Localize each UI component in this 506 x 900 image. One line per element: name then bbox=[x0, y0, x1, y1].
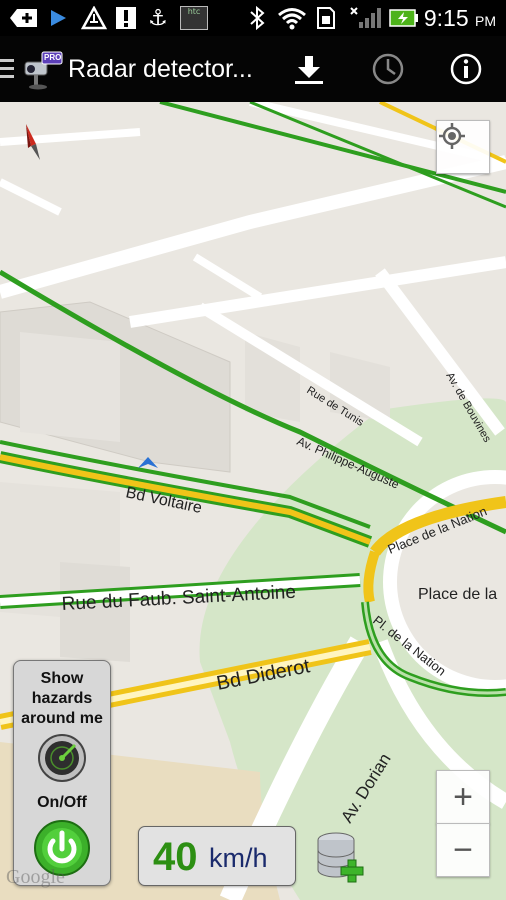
building-face bbox=[20, 332, 120, 442]
info-button[interactable] bbox=[443, 46, 489, 92]
battery-charging-icon bbox=[388, 6, 420, 30]
status-bar: ⚓ htc 9:15 PM bbox=[0, 0, 506, 36]
crosshair-icon bbox=[439, 123, 465, 149]
pro-badge: PRO bbox=[44, 53, 62, 62]
hazards-label-line2: hazards bbox=[31, 690, 93, 707]
clock-ampm: PM bbox=[475, 13, 496, 29]
htc-sync-icon: htc bbox=[180, 6, 208, 30]
show-hazards-label: Show hazards around me bbox=[14, 669, 110, 729]
signal-icon bbox=[346, 6, 382, 30]
play-icon bbox=[46, 6, 70, 30]
hazards-panel: Show hazards around me On/Off bbox=[13, 660, 111, 886]
zoom-in-button[interactable]: + bbox=[436, 770, 490, 824]
history-clock-icon bbox=[372, 53, 404, 85]
clock-time: 9:15 bbox=[423, 5, 469, 31]
place-label: Place de la bbox=[418, 586, 497, 603]
app-title: Radar detector... bbox=[68, 55, 253, 83]
google-attribution: Google bbox=[6, 866, 65, 888]
download-icon bbox=[295, 56, 323, 84]
add-notification-icon bbox=[8, 6, 40, 30]
alert-triangle-icon bbox=[80, 6, 108, 30]
clock: 9:15 PM bbox=[424, 5, 496, 32]
street bbox=[129, 256, 506, 328]
street bbox=[0, 128, 141, 146]
speed-unit: km/h bbox=[209, 843, 268, 873]
zoom-out-button[interactable]: − bbox=[436, 823, 490, 877]
hazards-label-line1: Show bbox=[40, 670, 84, 687]
street bbox=[192, 253, 263, 301]
sim-icon bbox=[314, 6, 338, 30]
on-off-label: On/Off bbox=[37, 794, 87, 811]
street bbox=[0, 178, 62, 216]
usb-icon: ⚓ bbox=[148, 5, 168, 31]
warning-icon bbox=[114, 6, 138, 30]
hazards-label-line3: around me bbox=[21, 710, 103, 727]
app-logo-icon[interactable]: PRO bbox=[20, 46, 64, 90]
action-bar: PRO Radar detector... bbox=[0, 36, 506, 105]
drawer-menu-icon[interactable] bbox=[0, 59, 14, 79]
download-button[interactable] bbox=[286, 46, 332, 92]
history-button[interactable] bbox=[365, 46, 411, 92]
info-icon bbox=[450, 53, 482, 85]
htc-label: htc bbox=[180, 6, 208, 30]
database-add-icon bbox=[317, 832, 364, 883]
bluetooth-icon bbox=[246, 6, 268, 30]
radar-scope-icon[interactable] bbox=[37, 733, 87, 783]
speed-display: 40 km/h bbox=[138, 826, 296, 886]
wifi-icon bbox=[276, 6, 308, 30]
my-location-button[interactable] bbox=[436, 120, 490, 174]
speed-value: 40 bbox=[153, 835, 198, 879]
database-add-button[interactable] bbox=[314, 830, 370, 886]
